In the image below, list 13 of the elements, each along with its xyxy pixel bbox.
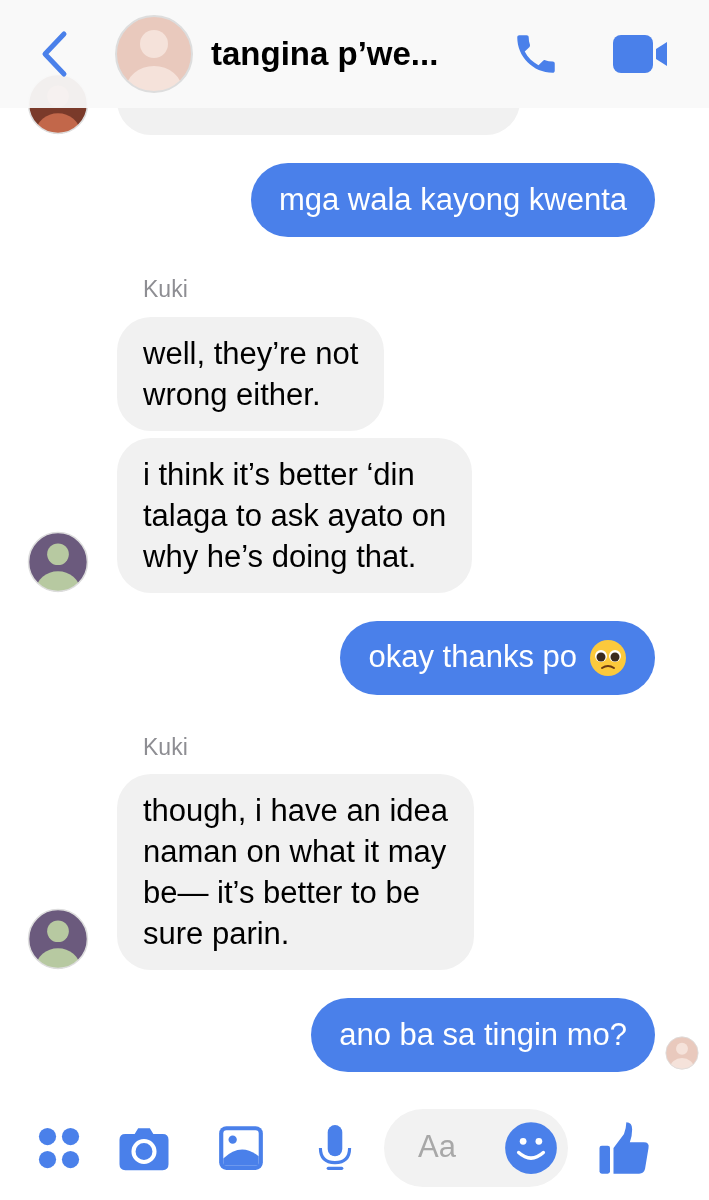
message-input-field[interactable]: Aa <box>418 1124 498 1171</box>
message-bubble: i think it’s better ‘din talaga to ask ayato on why he’s doing that. <box>117 437 473 593</box>
sender-name: Kuki <box>143 275 189 304</box>
message-composer[interactable]: Aa <box>384 1108 568 1187</box>
message-bubble: well, they’re not wrong either. <box>117 316 385 431</box>
seen-avatar <box>665 1036 699 1070</box>
message-text: mga wala kayong kwenta <box>278 180 627 219</box>
chat-title[interactable]: tangina p’we... <box>211 29 511 79</box>
smiley-icon[interactable] <box>504 1120 558 1175</box>
message-text: okay thanks po <box>368 638 577 677</box>
message-bubble: though, i have an idea naman on what it may be— it’s better to be sure parin. <box>117 774 475 970</box>
message-text: ano ba sa tingin mo? <box>339 1015 627 1054</box>
sender-name: Kuki <box>143 732 189 762</box>
